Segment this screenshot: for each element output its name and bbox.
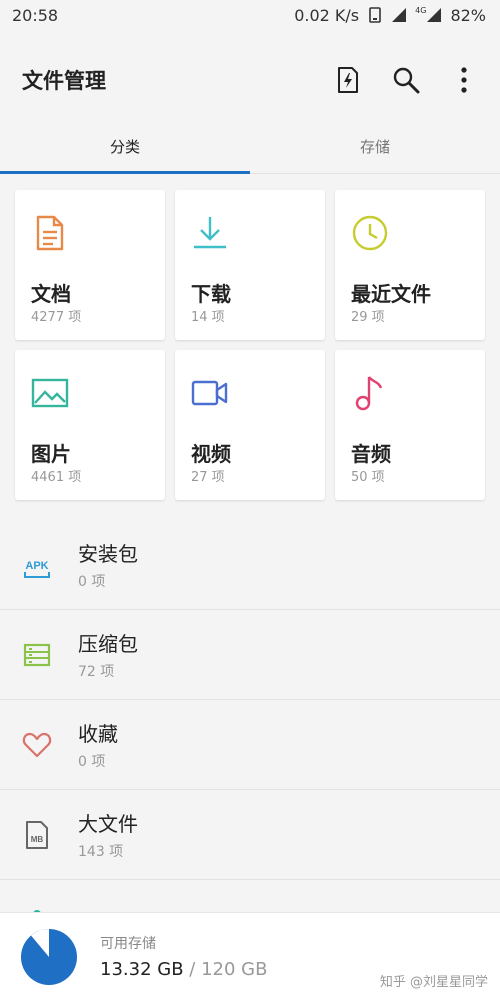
tab-bar: 分类 存储 bbox=[0, 120, 500, 174]
flash-file-button[interactable] bbox=[332, 64, 364, 96]
list-item-label: 安装包 bbox=[78, 542, 138, 566]
large-file-icon-text: MB bbox=[31, 835, 44, 844]
battery-percent: 82% bbox=[450, 5, 486, 25]
category-label: 下载 bbox=[191, 282, 231, 306]
image-icon bbox=[31, 378, 69, 408]
network-type-label: 4G bbox=[415, 5, 427, 15]
list-item-count: 72 项 bbox=[78, 664, 115, 680]
storage-separator: / bbox=[183, 959, 202, 980]
category-label: 文档 bbox=[31, 282, 71, 306]
category-label: 视频 bbox=[191, 442, 231, 466]
list-item-label: 压缩包 bbox=[78, 632, 138, 656]
page-title: 文件管理 bbox=[22, 69, 106, 93]
app-bar: 文件管理 bbox=[0, 30, 500, 130]
app-actions bbox=[332, 64, 480, 96]
storage-value: 13.32 GB / 120 GB bbox=[100, 959, 267, 980]
category-count: 29 项 bbox=[351, 310, 385, 325]
category-count: 4277 项 bbox=[31, 310, 82, 325]
list-item-label: 收藏 bbox=[78, 722, 118, 746]
apk-icon-text: APK bbox=[25, 560, 48, 572]
more-vert-icon bbox=[461, 67, 467, 93]
category-card-videos[interactable]: 视频 27 项 bbox=[175, 350, 325, 500]
phone-data-icon bbox=[369, 7, 381, 23]
category-count: 50 项 bbox=[351, 470, 385, 485]
apk-icon: APK bbox=[22, 550, 52, 580]
cell-signal-icon bbox=[427, 8, 442, 22]
category-count: 4461 项 bbox=[31, 470, 82, 485]
network-speed: 0.02 K/s bbox=[294, 5, 360, 25]
large-file-icon: MB bbox=[22, 820, 52, 850]
music-icon bbox=[355, 376, 383, 411]
storage-label: 可用存储 bbox=[100, 936, 156, 952]
storage-pie-chart bbox=[21, 928, 77, 985]
category-label: 图片 bbox=[31, 442, 71, 466]
status-bar: 20:58 0.02 K/s 4G 82% bbox=[0, 0, 500, 30]
category-count: 27 项 bbox=[191, 470, 225, 485]
category-count: 14 项 bbox=[191, 310, 225, 325]
category-card-recent[interactable]: 最近文件 29 项 bbox=[335, 190, 485, 340]
more-options-button[interactable] bbox=[448, 64, 480, 96]
file-type-list: APK 安装包 0 项 压缩包 72 项 收藏 0 项 MB 大文件 143 项 bbox=[0, 520, 500, 920]
list-item-count: 143 项 bbox=[78, 844, 124, 860]
wifi-signal-icon bbox=[392, 8, 407, 22]
category-label: 最近文件 bbox=[351, 282, 431, 306]
list-item-archive[interactable]: 压缩包 72 项 bbox=[0, 610, 500, 700]
category-label: 音频 bbox=[351, 442, 391, 466]
list-item-large-files[interactable]: MB 大文件 143 项 bbox=[0, 790, 500, 880]
tab-category[interactable]: 分类 bbox=[0, 120, 250, 174]
clock-icon bbox=[352, 215, 388, 251]
flash-file-icon bbox=[338, 67, 358, 93]
status-indicators: 0.02 K/s 4G 82% bbox=[294, 6, 486, 25]
download-icon bbox=[194, 217, 226, 249]
list-item-count: 0 项 bbox=[78, 574, 106, 590]
search-icon bbox=[393, 67, 420, 94]
list-item-label: 大文件 bbox=[78, 812, 138, 836]
list-item-favorites[interactable]: 收藏 0 项 bbox=[0, 700, 500, 790]
storage-used: 13.32 GB bbox=[100, 959, 184, 980]
category-grid: 文档 4277 项 下载 14 项 最近文件 29 项 图片 4461 项 视频 bbox=[15, 190, 485, 500]
archive-icon bbox=[22, 640, 52, 670]
category-card-images[interactable]: 图片 4461 项 bbox=[15, 350, 165, 500]
search-button[interactable] bbox=[390, 64, 422, 96]
list-item-count: 0 项 bbox=[78, 754, 106, 770]
category-card-documents[interactable]: 文档 4277 项 bbox=[15, 190, 165, 340]
tab-storage[interactable]: 存储 bbox=[250, 120, 500, 173]
document-icon bbox=[36, 215, 64, 251]
watermark: 知乎 @刘星星同学 bbox=[379, 975, 488, 990]
category-card-audio[interactable]: 音频 50 项 bbox=[335, 350, 485, 500]
storage-total: 120 GB bbox=[201, 959, 268, 980]
status-time: 20:58 bbox=[12, 5, 59, 25]
heart-icon bbox=[22, 730, 52, 760]
video-icon bbox=[191, 380, 228, 406]
category-card-downloads[interactable]: 下载 14 项 bbox=[175, 190, 325, 340]
list-item-apk[interactable]: APK 安装包 0 项 bbox=[0, 520, 500, 610]
